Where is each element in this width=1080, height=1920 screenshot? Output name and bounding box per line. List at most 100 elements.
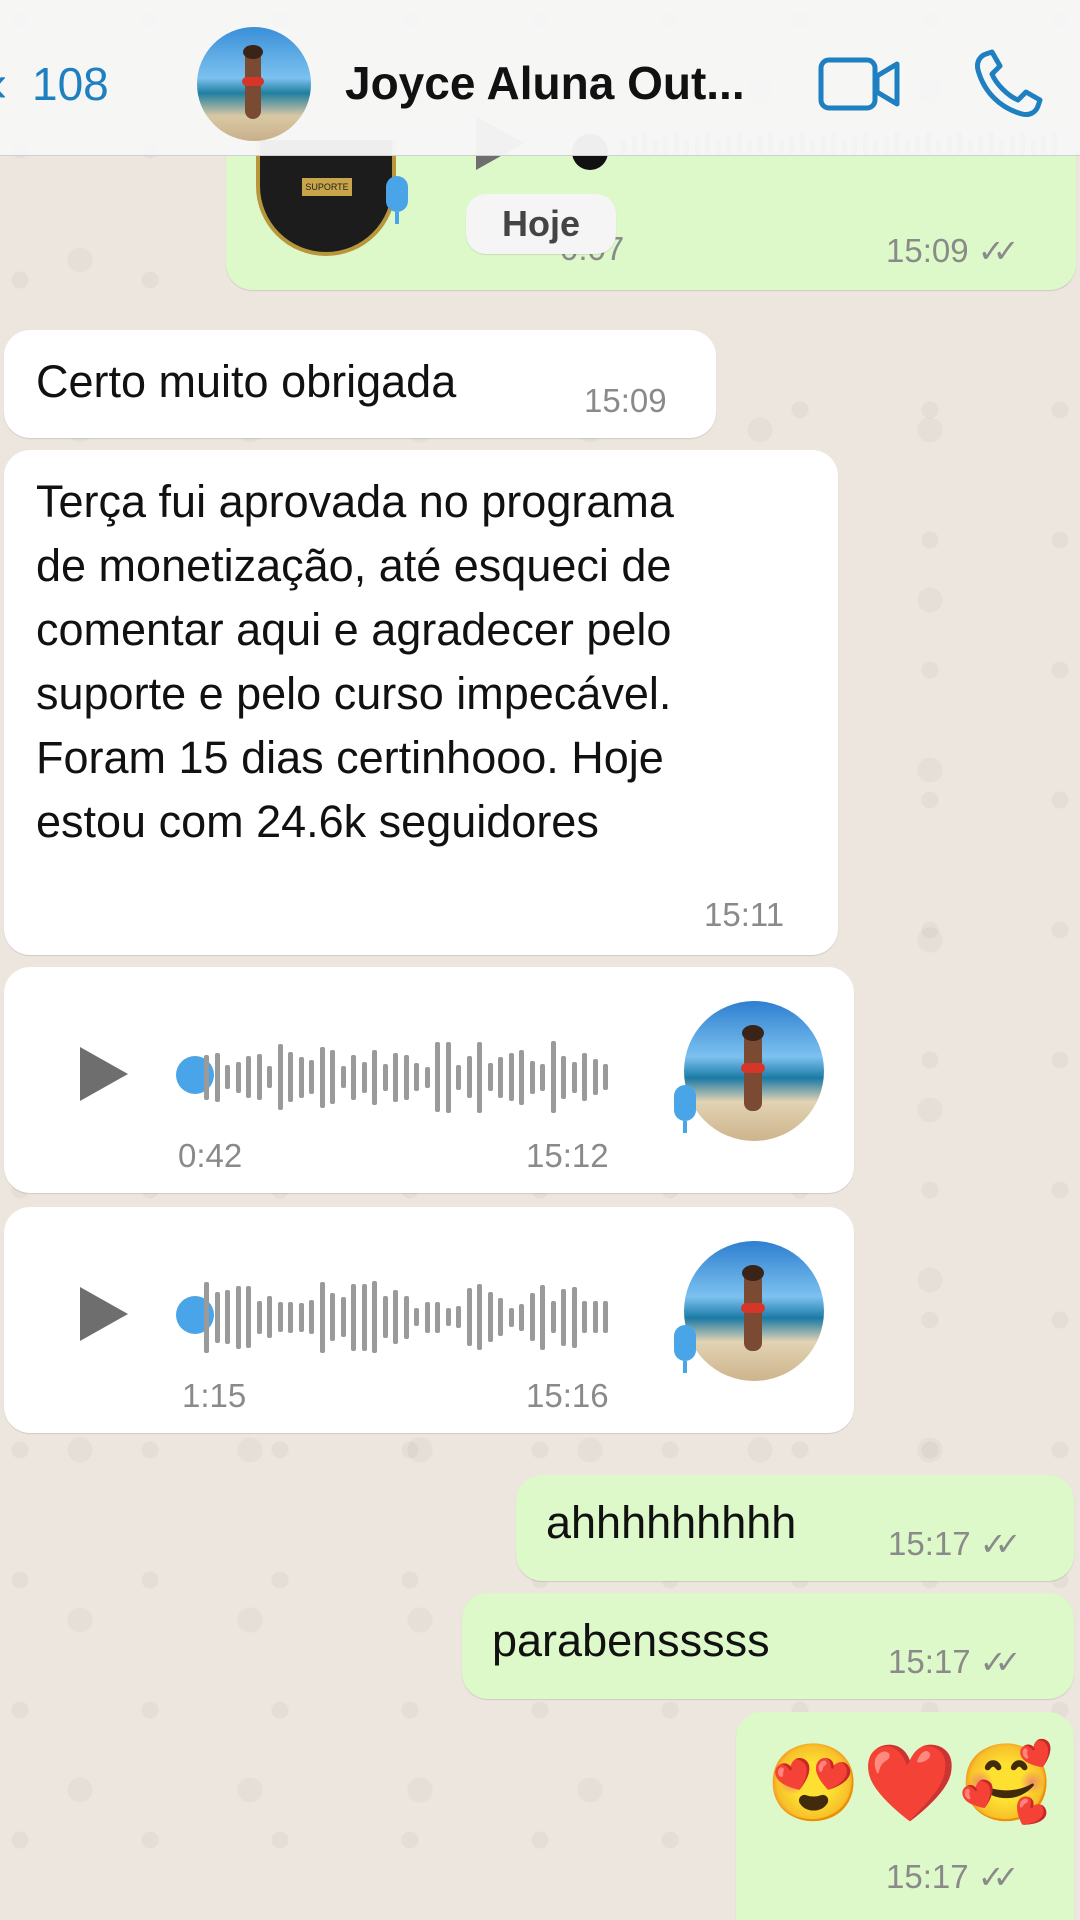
waveform-bar xyxy=(372,1049,377,1105)
waveform-bar xyxy=(414,1063,419,1091)
waveform-bar xyxy=(571,1286,577,1348)
waveform-bar xyxy=(424,1301,430,1333)
waveform-bar xyxy=(256,1300,262,1334)
outgoing-emoji-message[interactable]: 😍❤️🥰 15:17 ✓✓ xyxy=(736,1712,1074,1920)
message-text: Certo muito obrigada xyxy=(36,356,457,407)
waveform-bar xyxy=(498,1298,503,1336)
waveform-bar xyxy=(403,1295,409,1339)
waveform-bar xyxy=(267,1066,272,1088)
waveform-bar xyxy=(246,1286,251,1348)
waveform-bar xyxy=(277,1044,283,1110)
message-time: 15:09 ✓✓ xyxy=(886,232,1019,269)
waveform-bar xyxy=(456,1064,461,1090)
waveform-bar xyxy=(603,1301,608,1333)
mic-icon xyxy=(674,1085,696,1121)
message-time: 15:11 xyxy=(704,896,785,933)
play-button[interactable] xyxy=(80,1047,128,1101)
contact-name[interactable]: Joyce Aluna Out... xyxy=(345,56,775,110)
waveform-bar xyxy=(214,1052,220,1102)
waveform-bar xyxy=(309,1060,314,1094)
waveform-bar xyxy=(319,1046,325,1108)
mic-stand xyxy=(395,212,399,224)
waveform-bar xyxy=(561,1288,566,1346)
waveform-bar xyxy=(330,1050,335,1104)
waveform-bar xyxy=(235,1061,241,1093)
message-time: 15:17 ✓✓ xyxy=(886,1858,1019,1895)
waveform-bar xyxy=(582,1301,587,1333)
waveform-bar xyxy=(361,1061,367,1093)
mic-icon xyxy=(674,1325,696,1361)
waveform-bar xyxy=(477,1041,482,1113)
waveform-bar xyxy=(508,1307,514,1327)
message-line: comentar aqui e agradecer pelo xyxy=(36,604,672,655)
outgoing-message[interactable]: parabensssss 15:17 ✓✓ xyxy=(462,1593,1074,1699)
waveform-bar xyxy=(540,1063,545,1091)
emoji-text: 😍❤️🥰 xyxy=(766,1741,1056,1826)
waveform-bar xyxy=(445,1308,451,1326)
waveform-bar xyxy=(519,1303,524,1331)
play-button[interactable] xyxy=(80,1287,128,1341)
waveform-bar xyxy=(487,1292,493,1342)
audio-duration: 0:42 xyxy=(178,1137,243,1174)
waveform-bar xyxy=(424,1066,430,1088)
waveform-bar xyxy=(298,1302,304,1332)
waveform-bar xyxy=(361,1283,367,1351)
waveform-bar xyxy=(393,1290,398,1344)
message-line: de monetização, até esqueci de xyxy=(36,540,672,591)
outgoing-message[interactable]: ahhhhhhhhh 15:17 ✓✓ xyxy=(516,1475,1074,1581)
waveform-bar xyxy=(225,1065,230,1089)
mic-stand xyxy=(683,1361,687,1373)
waveform-bar xyxy=(550,1301,556,1333)
waveform-bar xyxy=(540,1284,545,1350)
waveform-bar xyxy=(445,1041,451,1113)
waveform-bar xyxy=(382,1296,388,1338)
waveform-bar xyxy=(456,1306,461,1328)
waveform-bar xyxy=(382,1063,388,1091)
waveform-bar xyxy=(277,1302,283,1332)
waveform-bar xyxy=(246,1056,251,1098)
waveform-bar xyxy=(214,1291,220,1343)
waveform-bar xyxy=(477,1284,482,1350)
message-text: Terça fui aprovada no programa de moneti… xyxy=(36,470,674,854)
read-ticks-icon: ✓✓ xyxy=(977,233,1019,269)
waveform-bar xyxy=(204,1281,209,1353)
back-button[interactable]: ‹ 108 xyxy=(0,54,109,114)
message-text: parabensssss xyxy=(492,1615,770,1666)
mic-stand xyxy=(683,1121,687,1133)
chat-header: ‹ 108 Joyce Aluna Out... xyxy=(0,0,1080,156)
waveform-bar xyxy=(592,1301,598,1333)
waveform-bar xyxy=(435,1301,440,1333)
waveform-bar xyxy=(372,1281,377,1353)
message-time: 15:17 ✓✓ xyxy=(888,1643,1021,1680)
incoming-message[interactable]: Terça fui aprovada no programa de moneti… xyxy=(4,450,838,955)
waveform-bar xyxy=(550,1041,556,1113)
waveform-bar xyxy=(498,1056,503,1098)
read-ticks-icon: ✓✓ xyxy=(977,1859,1019,1895)
message-line: Foram 15 dias certinhooo. Hoje xyxy=(36,732,664,783)
waveform-bar xyxy=(340,1297,346,1337)
audio-waveform xyxy=(204,1277,624,1357)
waveform-bar xyxy=(256,1054,262,1100)
message-line: Terça fui aprovada no programa xyxy=(36,476,674,527)
sender-avatar xyxy=(684,1241,824,1381)
waveform-bar xyxy=(267,1296,272,1338)
unread-count: 108 xyxy=(32,58,109,110)
waveform-bar xyxy=(582,1053,587,1101)
audio-duration: 1:15 xyxy=(182,1377,247,1414)
waveform-bar xyxy=(435,1042,440,1112)
incoming-audio-bubble[interactable]: 1:15 15:16 xyxy=(4,1207,854,1433)
phone-call-icon[interactable] xyxy=(972,48,1044,120)
waveform-bar xyxy=(225,1290,230,1344)
audio-waveform xyxy=(204,1037,624,1117)
incoming-audio-bubble[interactable]: 0:42 15:12 xyxy=(4,967,854,1193)
waveform-bar xyxy=(571,1061,577,1093)
waveform-bar xyxy=(414,1308,419,1326)
mic-icon xyxy=(386,176,408,212)
waveform-bar xyxy=(487,1063,493,1091)
video-call-icon[interactable] xyxy=(818,54,902,114)
waveform-bar xyxy=(204,1054,209,1100)
waveform-bar xyxy=(298,1056,304,1098)
incoming-message[interactable]: Certo muito obrigada 15:09 xyxy=(4,330,716,438)
contact-avatar[interactable] xyxy=(197,27,311,141)
waveform-bar xyxy=(288,1301,293,1333)
